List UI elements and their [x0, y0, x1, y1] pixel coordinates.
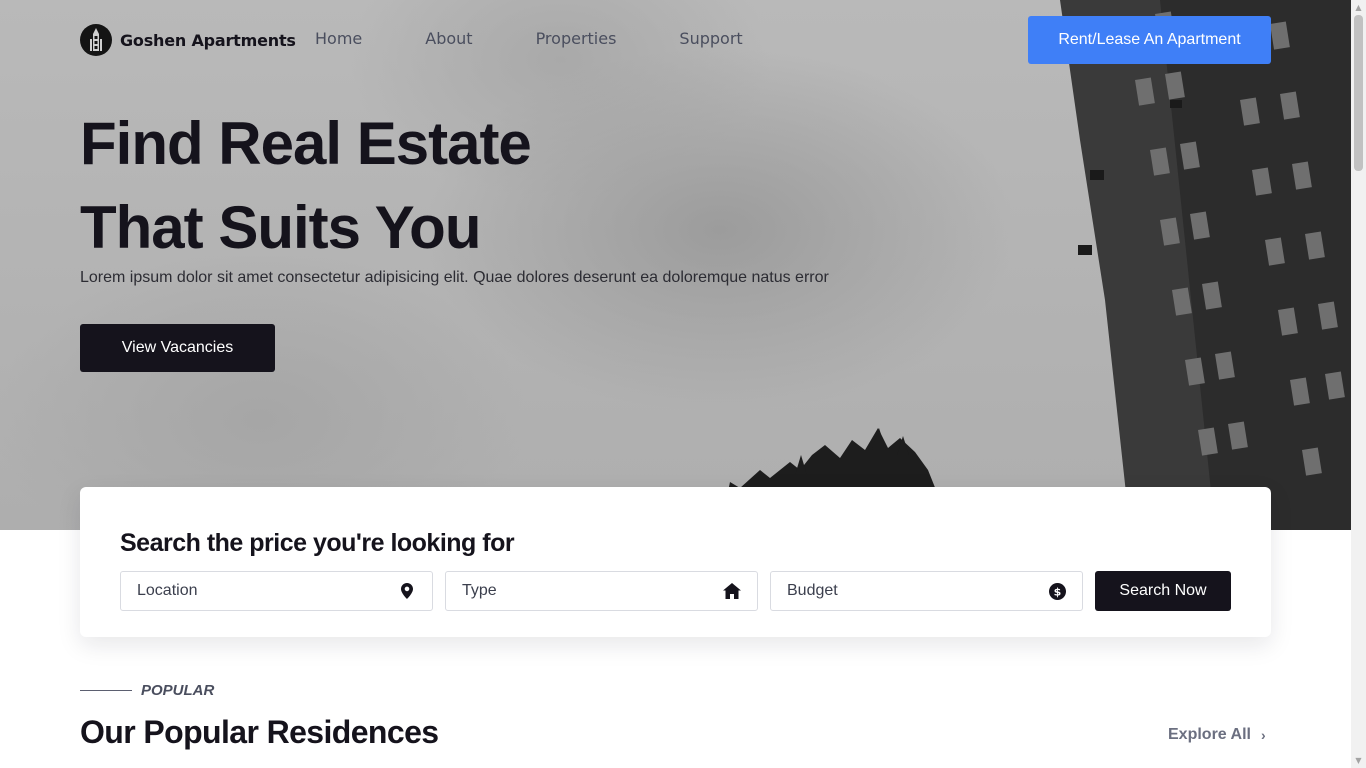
section-title: Our Popular Residences [80, 714, 439, 750]
scrollbar-thumb[interactable] [1354, 15, 1363, 171]
nav-link-properties[interactable]: Properties [536, 29, 617, 48]
search-card: Search the price you're looking for Loca… [80, 487, 1271, 637]
scroll-down-arrow-icon[interactable]: ▼ [1351, 753, 1366, 768]
hero-title: Find Real Estate That Suits You [80, 102, 532, 270]
nav-link-support[interactable]: Support [679, 29, 742, 48]
explore-all-label: Explore All [1168, 726, 1251, 743]
chevron-right-icon: › [1260, 727, 1266, 743]
location-field-label: Location [137, 582, 198, 599]
rent-lease-button[interactable]: Rent/Lease An Apartment [1028, 16, 1271, 64]
brand-name: Goshen Apartments [120, 30, 296, 50]
hero-subtitle: Lorem ipsum dolor sit amet consectetur a… [80, 269, 829, 286]
popular-eyebrow: POPULAR [80, 682, 214, 699]
explore-all-link[interactable]: Explore All › [1168, 726, 1266, 744]
type-field-label: Type [462, 582, 497, 599]
budget-field[interactable]: Budget $ [770, 571, 1083, 611]
search-now-button[interactable]: Search Now [1095, 571, 1231, 611]
brand[interactable]: Goshen Apartments [80, 24, 296, 56]
eyebrow-text: POPULAR [141, 682, 215, 699]
search-title: Search the price you're looking for [120, 529, 515, 557]
vertical-scrollbar[interactable]: ▲ ▼ [1351, 0, 1366, 768]
eyebrow-line [80, 690, 132, 691]
scroll-up-arrow-icon[interactable]: ▲ [1351, 0, 1366, 15]
dollar-circle-icon: $ [1048, 582, 1066, 600]
brand-logo-icon [80, 24, 112, 56]
nav-links: Home About Properties Support [315, 29, 806, 48]
nav-link-about[interactable]: About [425, 29, 472, 48]
home-icon [723, 582, 741, 600]
map-pin-icon [398, 582, 416, 600]
nav-link-home[interactable]: Home [315, 29, 362, 48]
top-navbar: Goshen Apartments Home About Properties … [80, 16, 1271, 64]
budget-field-label: Budget [787, 582, 838, 599]
view-vacancies-button[interactable]: View Vacancies [80, 324, 275, 372]
hero-title-line-1: Find Real Estate [80, 110, 532, 177]
svg-text:$: $ [1053, 585, 1061, 598]
location-field[interactable]: Location [120, 571, 433, 611]
type-field[interactable]: Type [445, 571, 758, 611]
hero-title-line-2: That Suits You [80, 194, 481, 261]
